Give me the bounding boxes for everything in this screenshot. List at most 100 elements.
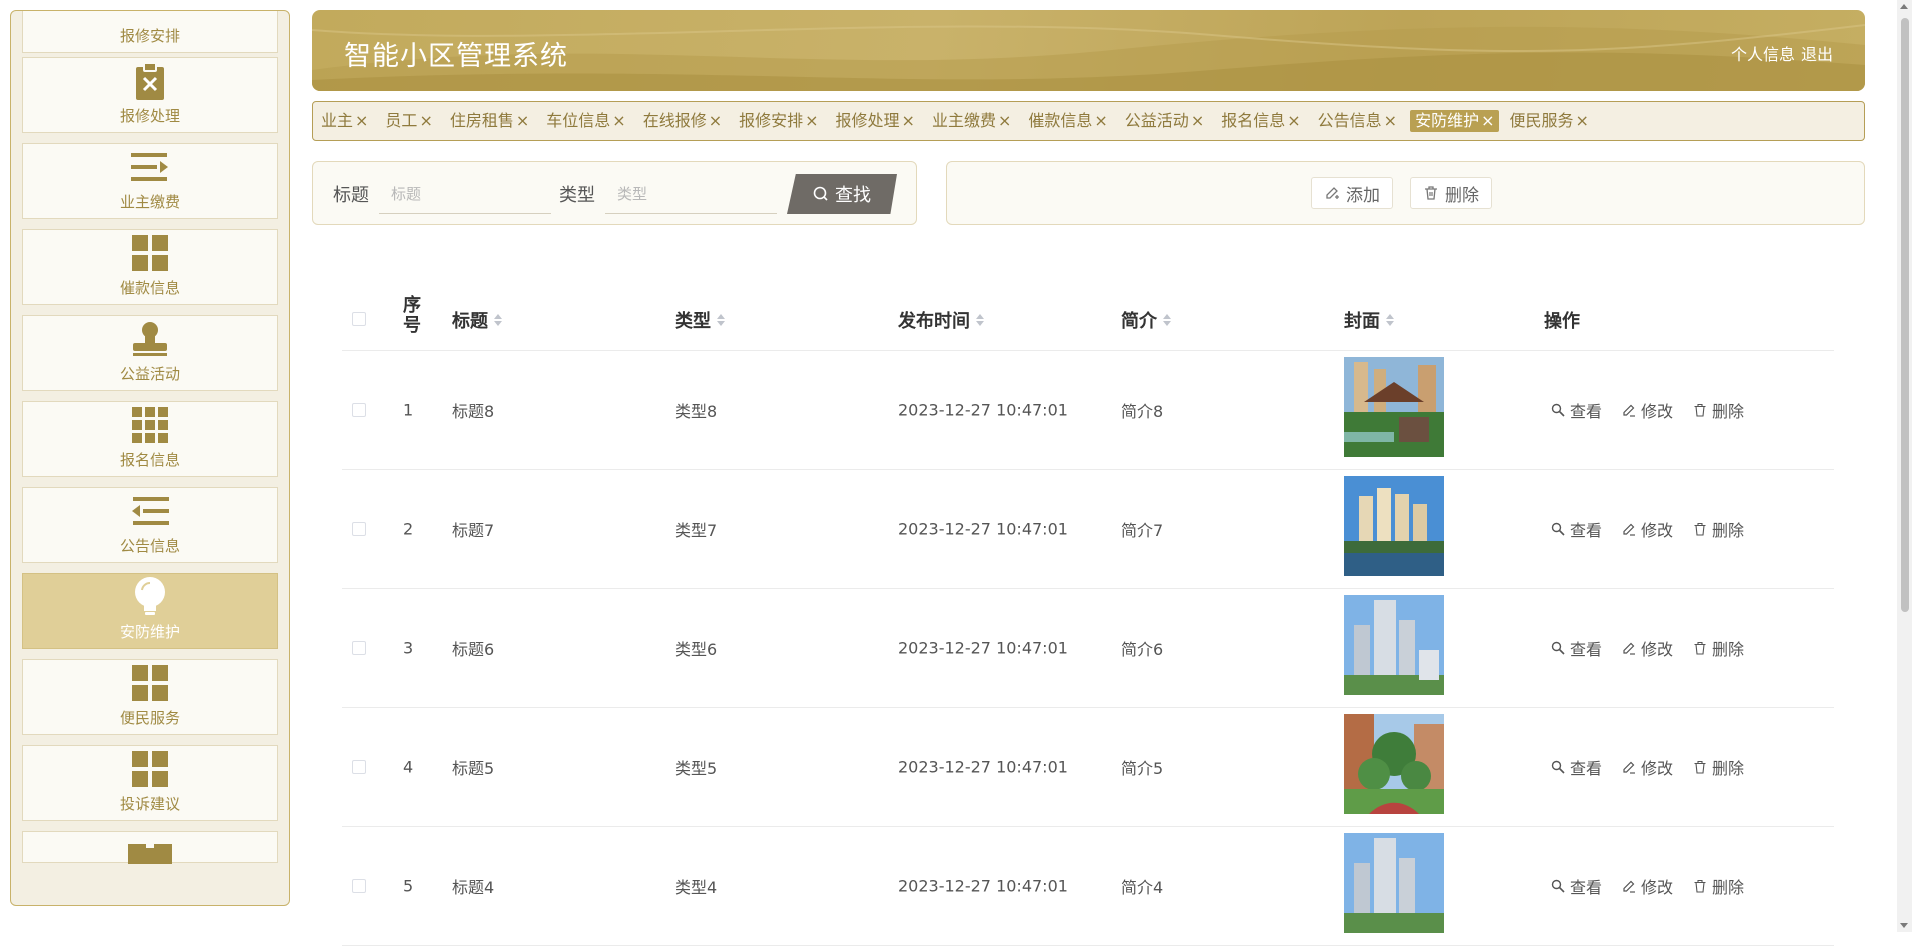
tab-notice[interactable]: 公告信息 ×	[1314, 110, 1404, 132]
cover-image[interactable]	[1344, 714, 1444, 814]
cover-image[interactable]	[1344, 833, 1444, 933]
title-search-input[interactable]	[379, 174, 551, 214]
tab-owner[interactable]: 业主 ×	[317, 110, 375, 132]
scrollbar-thumb[interactable]	[1901, 18, 1909, 612]
scroll-down-icon[interactable]	[1900, 923, 1908, 928]
close-icon[interactable]: ×	[709, 110, 722, 132]
grid-icon	[130, 663, 170, 703]
sidebar-item-owner-payment[interactable]: 业主缴费	[22, 143, 278, 219]
edit-button[interactable]: 修改	[1622, 636, 1673, 660]
sidebar-item-notice[interactable]: 公告信息	[22, 487, 278, 563]
sidebar-item-complaint[interactable]: 投诉建议	[22, 745, 278, 821]
tab-owner-payment[interactable]: 业主缴费 ×	[928, 110, 1018, 132]
add-button[interactable]: 添加	[1311, 177, 1393, 209]
close-icon[interactable]: ×	[1287, 110, 1300, 132]
edit-button[interactable]: 修改	[1622, 755, 1673, 779]
edit-button[interactable]: 修改	[1622, 517, 1673, 541]
sidebar-item-label: 公告信息	[119, 537, 180, 555]
sidebar-item-repair-handling[interactable]: 报修处理	[22, 57, 278, 133]
sidebar-item-label: 催款信息	[119, 279, 180, 297]
scroll-up-icon[interactable]	[1900, 4, 1908, 9]
row-time: 2023-12-27 10:47:01	[898, 638, 1068, 658]
close-icon[interactable]: ×	[1481, 110, 1494, 132]
type-search-input[interactable]	[605, 174, 777, 214]
tab-charity[interactable]: 公益活动 ×	[1121, 110, 1211, 132]
column-header-time[interactable]: 发布时间	[898, 307, 984, 333]
row-checkbox[interactable]	[352, 641, 366, 655]
view-button[interactable]: 查看	[1551, 636, 1602, 660]
delete-button[interactable]: 删除	[1693, 874, 1744, 898]
sidebar-item-label: 业主缴费	[119, 193, 180, 211]
tab-online-repair[interactable]: 在线报修 ×	[639, 110, 729, 132]
logout-link[interactable]: 退出	[1801, 41, 1833, 65]
tab-registration[interactable]: 报名信息 ×	[1217, 110, 1307, 132]
column-header-title[interactable]: 标题	[452, 307, 502, 333]
tab-repair-schedule[interactable]: 报修安排 ×	[735, 110, 825, 132]
row-checkbox[interactable]	[352, 879, 366, 893]
close-icon[interactable]: ×	[355, 110, 368, 132]
close-icon[interactable]: ×	[902, 110, 915, 132]
close-icon[interactable]: ×	[419, 110, 432, 132]
sort-icon[interactable]	[717, 314, 725, 326]
sidebar-item-dunning[interactable]: 催款信息	[22, 229, 278, 305]
tab-repair-handling[interactable]: 报修处理 ×	[832, 110, 922, 132]
sort-icon[interactable]	[1163, 314, 1171, 326]
sidebar-item-charity[interactable]: 公益活动	[22, 315, 278, 391]
tab-dunning[interactable]: 催款信息 ×	[1024, 110, 1114, 132]
close-icon[interactable]: ×	[998, 110, 1011, 132]
edit-button[interactable]: 修改	[1622, 398, 1673, 422]
sort-icon[interactable]	[1386, 314, 1394, 326]
delete-label: 删除	[1712, 402, 1745, 421]
row-intro: 简介5	[1121, 759, 1164, 778]
close-icon[interactable]: ×	[516, 110, 529, 132]
tab-security[interactable]: 安防维护 ×	[1410, 110, 1500, 132]
tab-parking[interactable]: 车位信息 ×	[542, 110, 632, 132]
tab-staff[interactable]: 员工 ×	[381, 110, 439, 132]
sort-icon[interactable]	[976, 314, 984, 326]
view-button[interactable]: 查看	[1551, 398, 1602, 422]
close-icon[interactable]: ×	[1576, 110, 1589, 132]
sort-icon[interactable]	[494, 314, 502, 326]
close-icon[interactable]: ×	[805, 110, 818, 132]
sidebar-item-repair-schedule[interactable]: 报修安排	[22, 11, 278, 53]
profile-link[interactable]: 个人信息	[1731, 41, 1795, 65]
column-header-index: 序号	[403, 295, 421, 336]
row-checkbox[interactable]	[352, 403, 366, 417]
delete-button[interactable]: 删除	[1693, 636, 1744, 660]
tab-convenience[interactable]: 便民服务 ×	[1505, 110, 1595, 132]
delete-button[interactable]: 删除	[1693, 398, 1744, 422]
row-actions: 查看 修改 删除	[1551, 517, 1744, 541]
column-header-type[interactable]: 类型	[675, 307, 725, 333]
delete-button-label: 删除	[1445, 185, 1479, 206]
row-checkbox[interactable]	[352, 522, 366, 536]
sidebar-item-more[interactable]	[22, 831, 278, 864]
row-intro: 简介6	[1121, 640, 1164, 659]
sidebar-item-registration[interactable]: 报名信息	[22, 401, 278, 477]
close-icon[interactable]: ×	[1384, 110, 1397, 132]
close-icon[interactable]: ×	[1191, 110, 1204, 132]
close-icon[interactable]: ×	[1094, 110, 1107, 132]
search-button[interactable]: 查找	[787, 174, 897, 214]
select-all-checkbox[interactable]	[352, 312, 366, 326]
delete-button[interactable]: 删除	[1693, 517, 1744, 541]
view-button[interactable]: 查看	[1551, 517, 1602, 541]
sidebar-item-security[interactable]: 安防维护	[22, 573, 278, 649]
list-arrow-icon	[130, 147, 170, 187]
view-button[interactable]: 查看	[1551, 755, 1602, 779]
column-header-cover[interactable]: 封面	[1344, 307, 1394, 333]
view-button[interactable]: 查看	[1551, 874, 1602, 898]
cover-image[interactable]	[1344, 357, 1444, 457]
column-header-intro[interactable]: 简介	[1121, 307, 1171, 333]
row-checkbox[interactable]	[352, 760, 366, 774]
cover-image[interactable]	[1344, 476, 1444, 576]
search-icon	[1551, 403, 1565, 417]
close-icon[interactable]: ×	[612, 110, 625, 132]
batch-delete-button[interactable]: 删除	[1410, 177, 1492, 209]
delete-button[interactable]: 删除	[1693, 755, 1744, 779]
table-row: 3 标题6 类型6 2023-12-27 10:47:01 简介6 查看 修改 …	[342, 589, 1834, 708]
sidebar-item-convenience[interactable]: 便民服务	[22, 659, 278, 735]
tab-housing[interactable]: 住房租售 ×	[446, 110, 536, 132]
edit-button[interactable]: 修改	[1622, 874, 1673, 898]
vertical-scrollbar[interactable]	[1897, 0, 1912, 932]
cover-image[interactable]	[1344, 595, 1444, 695]
